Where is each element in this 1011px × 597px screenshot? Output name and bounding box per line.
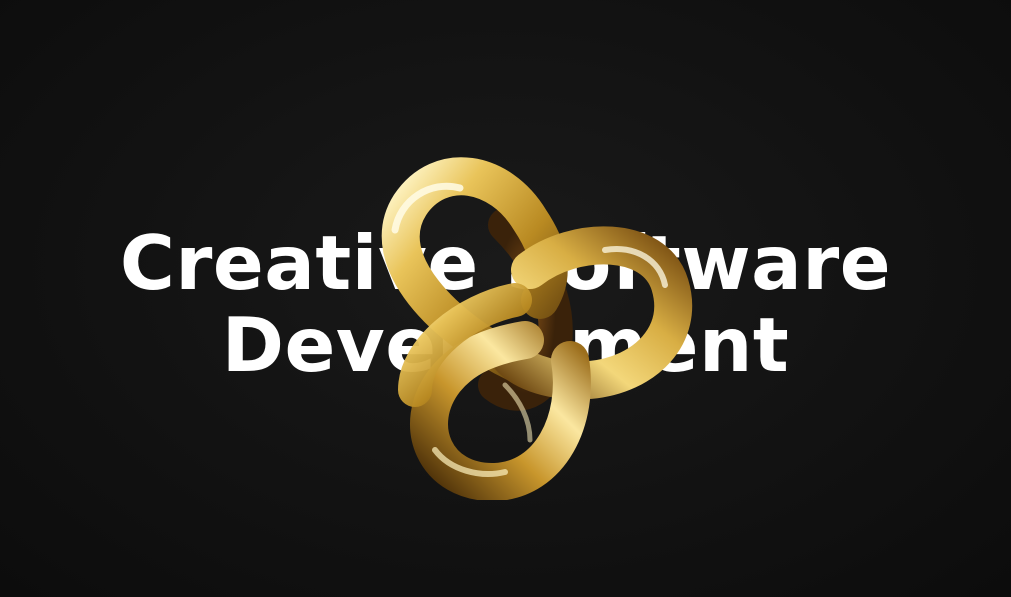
hero-section: Creative Software Development [0, 0, 1011, 597]
gold-trefoil-knot-icon [381, 157, 693, 500]
